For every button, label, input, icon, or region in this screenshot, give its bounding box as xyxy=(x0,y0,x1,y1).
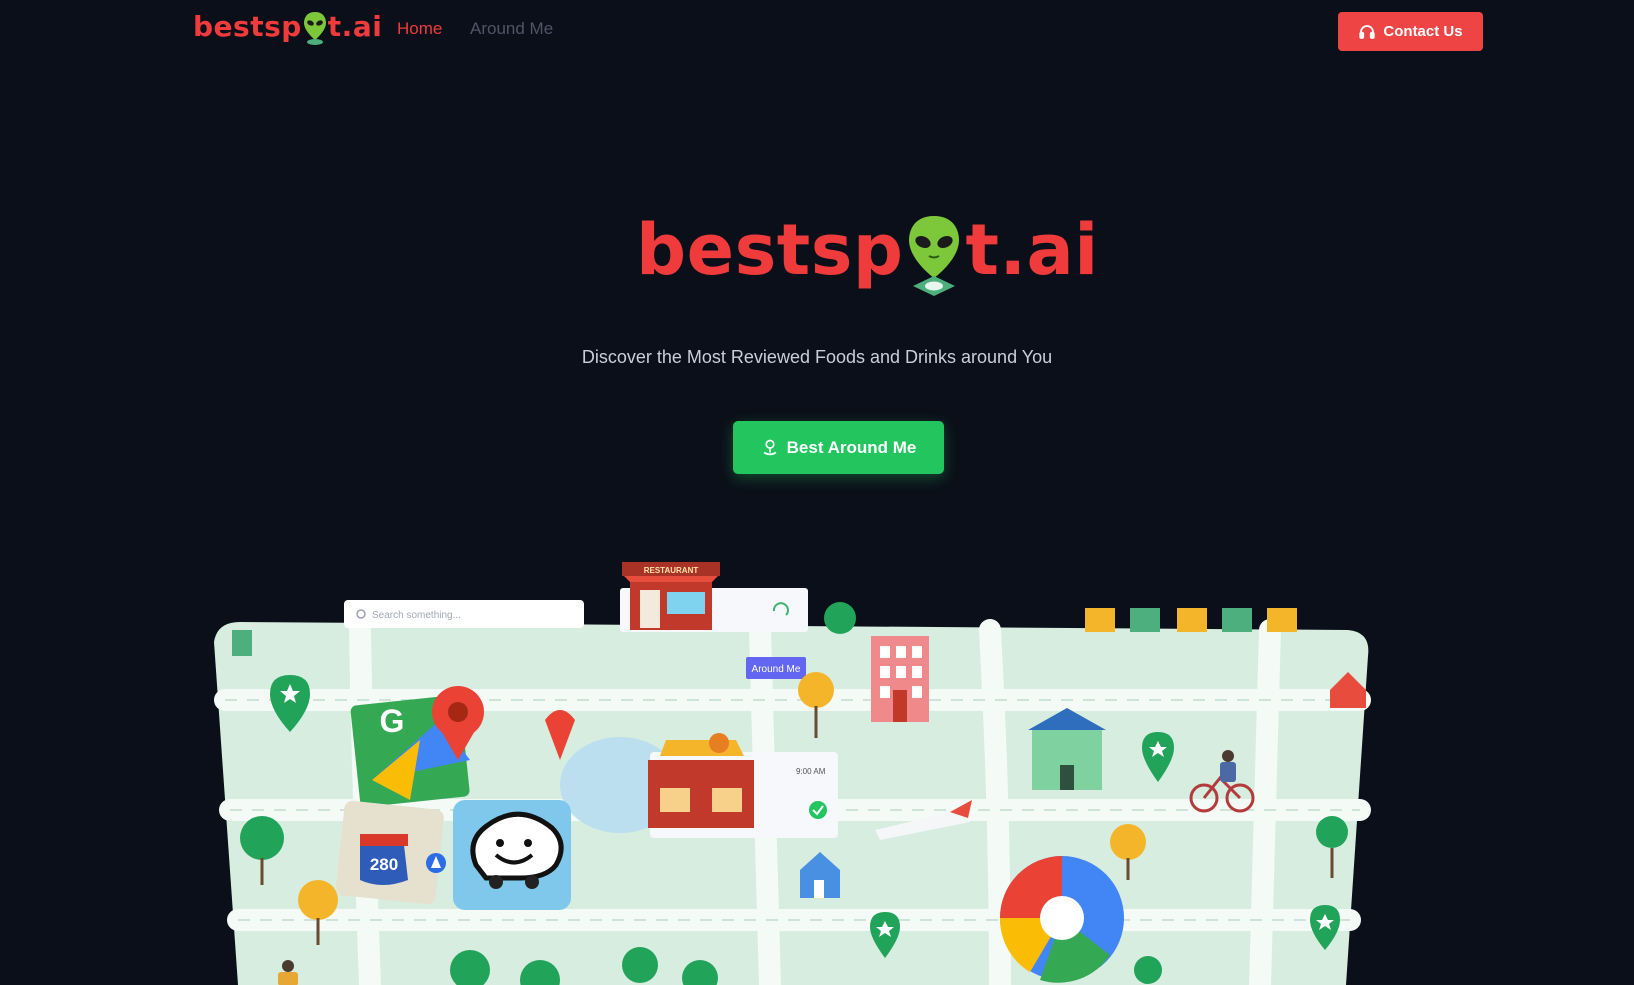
logo-text-suffix: t.ai xyxy=(327,10,383,43)
best-around-me-label: Best Around Me xyxy=(786,437,917,457)
contact-us-button[interactable]: Contact Us xyxy=(1338,12,1483,51)
pink-building xyxy=(871,636,929,722)
hero-logo: bestsp t.ai xyxy=(636,208,1099,300)
time-label: 9:00 AM xyxy=(796,767,826,776)
google-maps-icon: G xyxy=(350,686,484,807)
brand-logo[interactable]: bestsp t.ai xyxy=(193,10,382,50)
headset-icon xyxy=(1359,24,1376,39)
location-pin-icon xyxy=(763,439,777,455)
highway-sign: 280 xyxy=(336,800,446,905)
best-around-me-button[interactable]: Best Around Me xyxy=(733,421,944,474)
restaurant-building: RESTAURANT xyxy=(622,562,720,630)
hero-logo-text-suffix: t.ai xyxy=(965,209,1099,291)
svg-text:Around Me: Around Me xyxy=(752,664,801,675)
map-search-bar: Search something... xyxy=(344,600,584,628)
map-search-placeholder: Search something... xyxy=(372,610,461,621)
alien-pin-icon xyxy=(909,216,960,296)
hero-logo-text: bestsp xyxy=(636,209,904,291)
top-nav: bestsp t.ai Home Around Me Contact Us xyxy=(0,0,1634,60)
around-me-tag: Around Me xyxy=(746,657,806,679)
waze-icon xyxy=(453,800,571,910)
logo-text: bestsp xyxy=(193,10,302,43)
alien-pin-icon xyxy=(303,12,326,45)
highway-number: 280 xyxy=(370,855,398,874)
hero-tagline: Discover the Most Reviewed Foods and Dri… xyxy=(581,347,1053,367)
nav-around-me-link[interactable]: Around Me xyxy=(470,19,553,39)
nav-home-link[interactable]: Home xyxy=(397,19,442,39)
restaurant-sign: RESTAURANT xyxy=(644,566,699,575)
map-illustration: Search something... RESTAURANT Around Me xyxy=(0,560,1634,985)
svg-text:G: G xyxy=(380,703,405,739)
contact-us-label: Contact Us xyxy=(1383,23,1463,40)
